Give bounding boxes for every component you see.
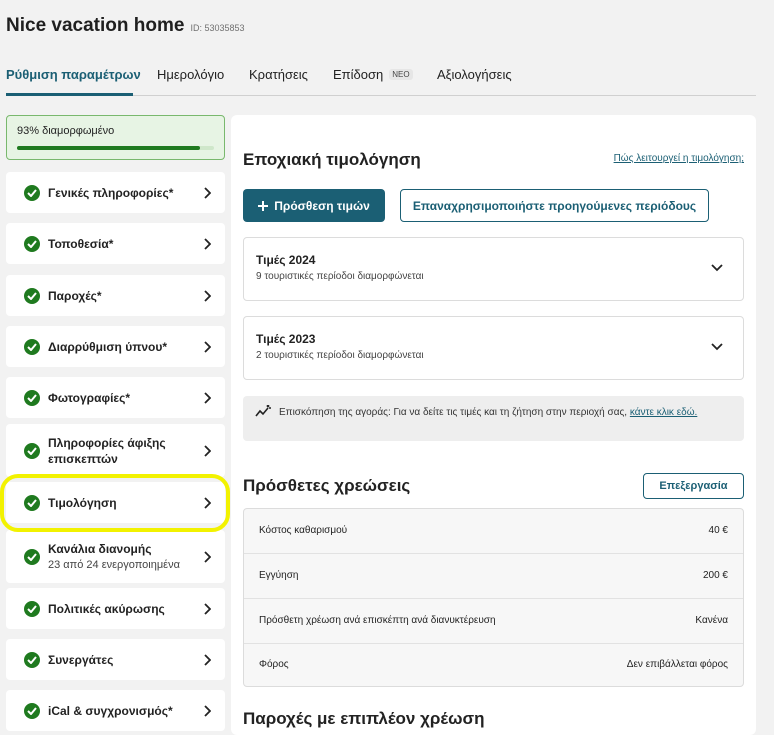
chevron-right-icon — [204, 237, 211, 250]
check-circle-icon — [24, 548, 40, 565]
tab-bar: Ρύθμιση παραμέτρων Ημερολόγιο Κρατήσεις … — [6, 62, 756, 96]
chevron-right-icon — [204, 186, 211, 199]
accordion-subtitle: 2 τουριστικές περίοδοι διαμορφώνεται — [256, 350, 424, 361]
add-prices-label: Πρόσθεση τιμών — [274, 198, 370, 213]
sidebar-item-label: Τοποθεσία* — [48, 236, 114, 251]
fee-label: Πρόσθετη χρέωση ανά επισκέπτη ανά διανυκ… — [259, 615, 496, 626]
fee-label: Εγγύηση — [259, 570, 299, 581]
sidebar-item-partners[interactable]: Συνεργάτες — [6, 639, 225, 680]
chevron-right-icon — [204, 550, 211, 563]
sidebar-item-sleeping-arrangements[interactable]: Διαρρύθμιση ύπνου* — [6, 326, 225, 367]
tab-bookings[interactable]: Κρατήσεις — [249, 67, 308, 82]
sidebar-item-label: Κανάλια διανομής — [48, 541, 152, 556]
accordion-title: Τιμές 2024 — [256, 253, 316, 267]
tab-performance-label: Επίδοση — [333, 67, 384, 82]
listing-id: ID: 53035853 — [190, 23, 245, 33]
table-row: Κόστος καθαρισμού 40 € — [244, 509, 743, 554]
sidebar-item-location[interactable]: Τοποθεσία* — [6, 223, 225, 264]
seasonal-pricing-title: Εποχιακή τιμολόγηση — [243, 150, 421, 169]
reuse-periods-button[interactable]: Επαναχρησιμοποιήστε προηγούμενες περιόδο… — [400, 189, 709, 222]
sidebar-item-sublabel: 23 από 24 ενεργοποιημένα — [48, 558, 180, 571]
prices-2024-accordion[interactable]: Τιμές 2024 9 τουριστικές περίοδοι διαμορ… — [243, 237, 744, 301]
prices-2023-accordion[interactable]: Τιμές 2023 2 τουριστικές περίοδοι διαμορ… — [243, 316, 744, 380]
chevron-right-icon — [204, 496, 211, 509]
sidebar-item-guest-arrival-info[interactable]: Πληροφορίες άφιξης επισκεπτών — [6, 424, 225, 477]
sidebar-item-distribution-channels[interactable]: Κανάλια διανομής 23 από 24 ενεργοποιημένα — [6, 530, 225, 583]
listing-header: Nice vacation home ID: 53035853 — [6, 15, 245, 37]
market-insight-banner: Επισκόπηση της αγοράς: Για να δείτε τις … — [243, 396, 744, 441]
extra-fees-table: Κόστος καθαρισμού 40 € Εγγύηση 200 € Πρό… — [243, 508, 744, 687]
page-title: Nice vacation home — [6, 15, 185, 36]
check-circle-icon — [24, 600, 40, 617]
sidebar-item-label: Γενικές πληροφορίες* — [48, 185, 174, 200]
tab-calendar[interactable]: Ημερολόγιο — [157, 67, 224, 82]
chevron-right-icon — [204, 391, 211, 404]
market-insight-text: Επισκόπηση της αγοράς: Για να δείτε τις … — [279, 406, 734, 420]
sidebar-item-photos[interactable]: Φωτογραφίες* — [6, 377, 225, 418]
main-content-panel: Εποχιακή τιμολόγηση Πώς λειτουργεί η τιμ… — [231, 115, 756, 735]
accordion-subtitle: 9 τουριστικές περίοδοι διαμορφώνεται — [256, 271, 424, 282]
trend-sparkle-icon — [255, 405, 271, 417]
check-circle-icon — [24, 494, 40, 511]
fee-value: 200 € — [702, 570, 728, 581]
sidebar-item-cancellation-policies[interactable]: Πολιτικές ακύρωσης — [6, 588, 225, 629]
sidebar-item-label: Παροχές* — [48, 288, 102, 303]
sidebar-item-label: iCal & συγχρονισμός* — [48, 703, 173, 718]
sidebar-item-ical-sync[interactable]: iCal & συγχρονισμός* — [6, 690, 225, 731]
chevron-right-icon — [204, 444, 211, 457]
add-prices-button[interactable]: Πρόσθεση τιμών — [243, 189, 385, 222]
insight-message: Επισκόπηση της αγοράς: Για να δείτε τις … — [279, 407, 628, 418]
fee-value: 40 € — [708, 525, 728, 536]
sidebar-item-label: Διαρρύθμιση ύπνου* — [48, 339, 168, 354]
progress-track — [17, 146, 214, 150]
paid-amenities-title: Παροχές με επιπλέον χρέωση — [243, 709, 485, 728]
sidebar-item-amenities[interactable]: Παροχές* — [6, 275, 225, 316]
chevron-right-icon — [204, 602, 211, 615]
chevron-down-icon — [711, 264, 723, 272]
fee-value: Κανένα — [695, 615, 728, 626]
market-insight-link[interactable]: κάντε κλικ εδώ. — [630, 407, 697, 418]
table-row: Εγγύηση 200 € — [244, 554, 743, 599]
table-row: Πρόσθετη χρέωση ανά επισκέπτη ανά διανυκ… — [244, 599, 743, 644]
chevron-right-icon — [204, 653, 211, 666]
check-circle-icon — [24, 287, 40, 304]
check-circle-icon — [24, 184, 40, 201]
edit-fees-button[interactable]: Επεξεργασία — [643, 473, 744, 499]
plus-icon — [258, 200, 269, 211]
check-circle-icon — [24, 235, 40, 252]
sidebar-item-general-info[interactable]: Γενικές πληροφορίες* — [6, 172, 225, 213]
sidebar-item-label: Φωτογραφίες* — [48, 390, 131, 405]
check-circle-icon — [24, 442, 40, 459]
check-circle-icon — [24, 702, 40, 719]
active-tab-indicator — [6, 93, 133, 96]
sidebar-item-label: Συνεργάτες — [48, 652, 114, 667]
chevron-right-icon — [204, 289, 211, 302]
chevron-right-icon — [204, 340, 211, 353]
sidebar-item-label: Τιμολόγηση — [48, 495, 117, 510]
sidebar-item-label-group: Κανάλια διανομής 23 από 24 ενεργοποιημένα — [48, 541, 198, 573]
tab-performance[interactable]: Επίδοση ΝΕΟ — [333, 67, 413, 82]
tab-configuration[interactable]: Ρύθμιση παραμέτρων — [6, 67, 141, 82]
check-circle-icon — [24, 338, 40, 355]
progress-fill — [17, 146, 201, 150]
progress-label: 93% διαμορφωμένο — [17, 125, 115, 137]
sidebar-item-pricing[interactable]: Τιμολόγηση — [6, 482, 225, 523]
completion-progress-card: 93% διαμορφωμένο — [6, 115, 225, 160]
how-pricing-works-link[interactable]: Πώς λειτουργεί η τιμολόγηση; — [614, 153, 744, 164]
fee-label: Κόστος καθαρισμού — [259, 525, 348, 536]
check-circle-icon — [24, 389, 40, 406]
table-row: Φόρος Δεν επιβάλλεται φόρος — [244, 643, 743, 688]
chevron-down-icon — [711, 343, 723, 351]
check-circle-icon — [24, 651, 40, 668]
new-badge: ΝΕΟ — [389, 69, 413, 80]
fee-value: Δεν επιβάλλεται φόρος — [626, 659, 728, 670]
sidebar-item-label: Πληροφορίες άφιξης επισκεπτών — [48, 435, 166, 466]
tab-reviews[interactable]: Αξιολογήσεις — [437, 67, 512, 82]
chevron-right-icon — [204, 704, 211, 717]
sidebar-item-label: Πολιτικές ακύρωσης — [48, 601, 165, 616]
fee-label: Φόρος — [259, 659, 289, 670]
accordion-title: Τιμές 2023 — [256, 332, 316, 346]
extra-fees-title: Πρόσθετες χρεώσεις — [243, 476, 411, 495]
